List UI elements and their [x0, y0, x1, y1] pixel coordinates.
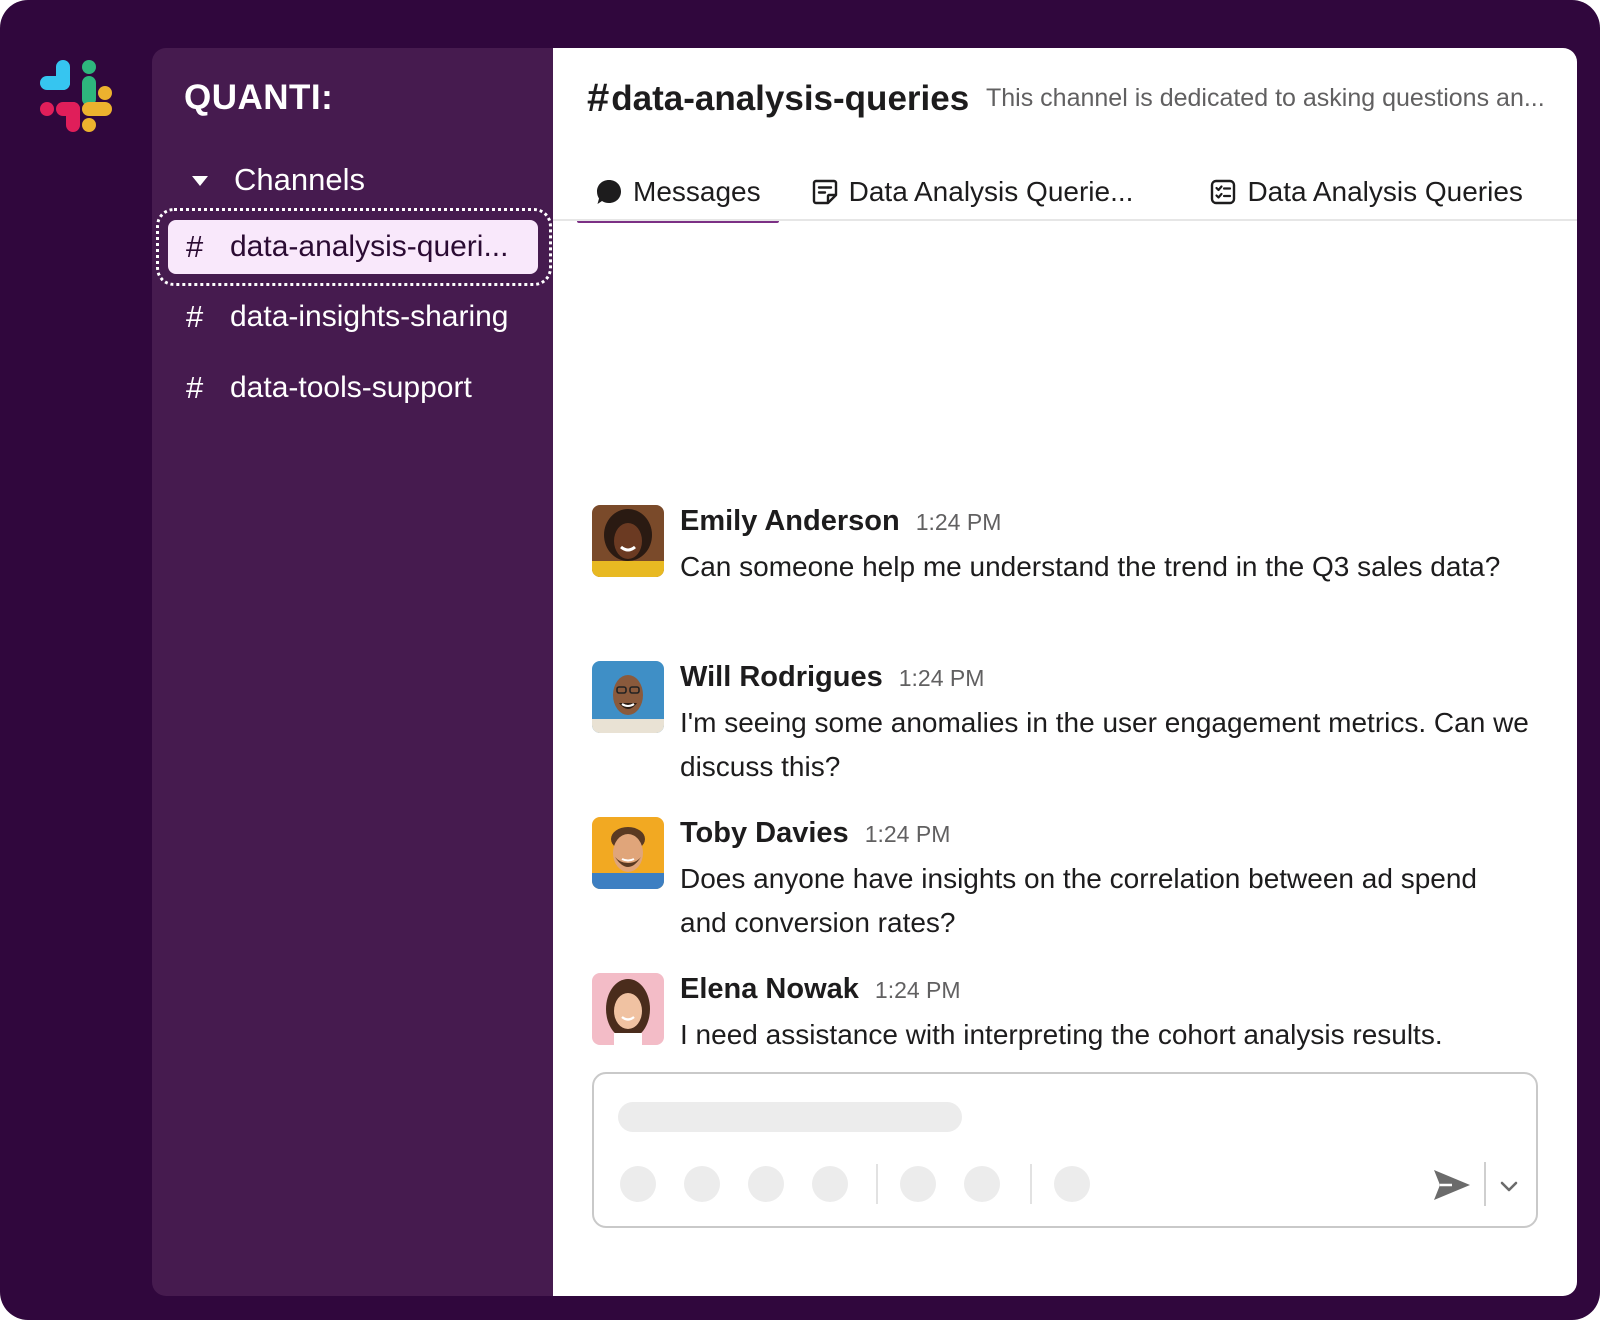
sidebar-item-data-analysis-queries[interactable]: # data-analysis-queri...: [168, 220, 538, 274]
caret-down-icon: [192, 176, 208, 186]
tab-label: Data Analysis Queries: [1247, 176, 1523, 207]
app-window: QUANTI: Channels # data-analysis-queri..…: [0, 0, 1600, 1320]
channels-section-label: Channels: [234, 162, 365, 197]
tab-label: Data Analysis Querie...: [848, 176, 1134, 207]
format-tool-button[interactable]: [812, 1166, 848, 1202]
sidebar-item-data-tools-support[interactable]: # data-tools-support: [168, 361, 538, 415]
sender-name[interactable]: Emily Anderson: [680, 505, 900, 538]
channel-hash-icon: #: [587, 76, 610, 120]
message-text: I'm seeing some anomalies in the user en…: [680, 707, 1529, 782]
avatar-image: [592, 661, 664, 733]
tab-messages[interactable]: Messages: [577, 166, 779, 223]
message-text: Can someone help me understand the trend…: [680, 551, 1501, 582]
tab-canvas[interactable]: Data Analysis Querie...: [793, 166, 1152, 218]
timestamp[interactable]: 1:24 PM: [865, 821, 951, 848]
timestamp[interactable]: 1:24 PM: [875, 977, 961, 1004]
message-bubble-icon: [597, 180, 621, 204]
channel-title[interactable]: # data-analysis-queries: [587, 76, 969, 121]
attach-tool-button[interactable]: [900, 1166, 936, 1202]
sender-name[interactable]: Elena Nowak: [680, 973, 859, 1006]
more-tool-button[interactable]: [1054, 1166, 1090, 1202]
sender-name[interactable]: Will Rodrigues: [680, 661, 883, 694]
avatar[interactable]: [592, 661, 664, 733]
message-body: Will Rodrigues 1:24 PM I'm seeing some a…: [680, 661, 1530, 789]
sidebar-item-data-insights-sharing[interactable]: # data-insights-sharing: [168, 290, 538, 344]
sidebar: QUANTI: Channels # data-analysis-queri..…: [152, 48, 553, 1296]
send-divider: [1484, 1162, 1486, 1206]
list-icon: [1211, 179, 1236, 205]
avatar[interactable]: [592, 817, 664, 889]
canvas-icon: [812, 179, 837, 205]
channel-view: # data-analysis-queries This channel is …: [553, 48, 1577, 1296]
channel-tabs: Messages Data Analysis Querie... Data An…: [577, 166, 1541, 266]
tab-divider: [553, 219, 1577, 221]
channel-label: data-tools-support: [230, 371, 472, 404]
message-body: Toby Davies 1:24 PM Does anyone have ins…: [680, 817, 1530, 945]
message-body: Elena Nowak 1:24 PM I need assistance wi…: [680, 973, 1530, 1057]
message-text: Does anyone have insights on the correla…: [680, 863, 1477, 938]
channel-description[interactable]: This channel is dedicated to asking ques…: [986, 84, 1558, 113]
sender-name[interactable]: Toby Davies: [680, 817, 849, 850]
channel-label: data-insights-sharing: [230, 300, 509, 333]
channel-hash-icon: #: [186, 299, 204, 334]
timestamp[interactable]: 1:24 PM: [899, 665, 985, 692]
channel-hash-icon: #: [186, 229, 204, 264]
channel-label: data-analysis-queri...: [230, 230, 509, 263]
avatar[interactable]: [592, 505, 664, 577]
channel-title-text: data-analysis-queries: [611, 78, 970, 118]
send-icon[interactable]: [1432, 1168, 1472, 1202]
slack-logo-icon[interactable]: [38, 58, 114, 134]
toolbar-divider: [876, 1164, 878, 1204]
toolbar-divider: [1030, 1164, 1032, 1204]
message-input[interactable]: [618, 1102, 962, 1132]
avatar-image: [592, 973, 664, 1045]
format-tool-button[interactable]: [684, 1166, 720, 1202]
format-tool-button[interactable]: [620, 1166, 656, 1202]
tab-list[interactable]: Data Analysis Queries: [1191, 166, 1540, 218]
message-body: Emily Anderson 1:24 PM Can someone help …: [680, 505, 1530, 589]
message-text: I need assistance with interpreting the …: [680, 1019, 1443, 1050]
timestamp[interactable]: 1:24 PM: [916, 509, 1002, 536]
attach-tool-button[interactable]: [964, 1166, 1000, 1202]
channels-section-toggle[interactable]: Channels: [192, 160, 365, 200]
avatar[interactable]: [592, 973, 664, 1045]
workspace-name[interactable]: QUANTI:: [184, 78, 333, 118]
tab-label: Messages: [633, 176, 761, 207]
chevron-down-icon[interactable]: [1497, 1176, 1521, 1196]
message-composer[interactable]: [592, 1072, 1538, 1228]
avatar-image: [592, 505, 664, 577]
channel-hash-icon: #: [186, 370, 204, 405]
avatar-image: [592, 817, 664, 889]
format-tool-button[interactable]: [748, 1166, 784, 1202]
